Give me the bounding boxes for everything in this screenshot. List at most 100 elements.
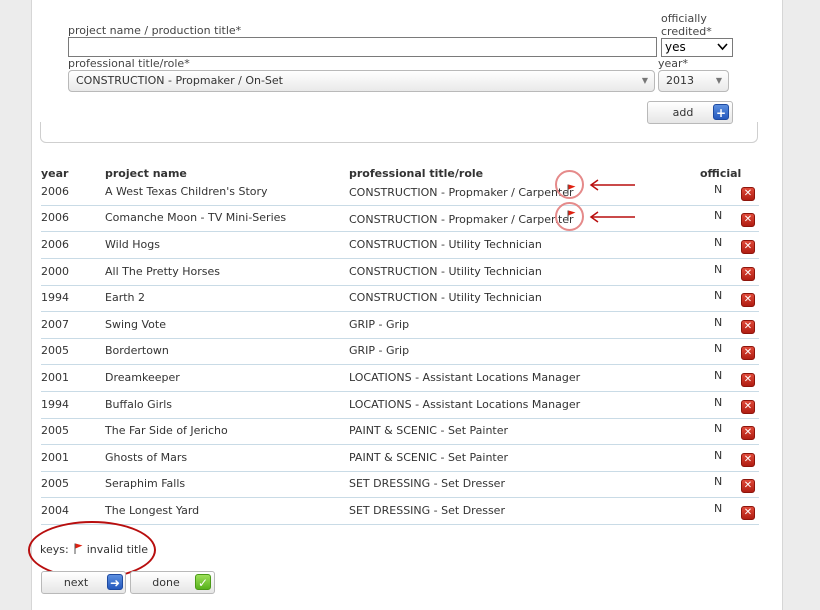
keys-label: keys:	[40, 543, 69, 556]
row-year: 2005	[41, 424, 69, 437]
annotation-circle	[555, 202, 584, 231]
page-panel: project name / production title* officia…	[28, 0, 783, 610]
row-role: CONSTRUCTION - Utility Technician	[349, 238, 542, 251]
plus-icon: +	[713, 104, 729, 120]
row-official: N	[714, 502, 723, 515]
delete-icon[interactable]: ✕	[741, 240, 755, 254]
row-year: 2006	[41, 238, 69, 251]
officially-credited-label: officially credited*	[661, 12, 712, 38]
row-project: Ghosts of Mars	[105, 451, 188, 464]
row-official: N	[714, 236, 723, 249]
delete-icon[interactable]: ✕	[741, 267, 755, 281]
row-project: Wild Hogs	[105, 238, 160, 251]
table-row: 1994 Earth 2 CONSTRUCTION - Utility Tech…	[41, 285, 759, 312]
delete-icon[interactable]: ✕	[741, 373, 755, 387]
chevron-down-icon	[717, 43, 728, 51]
row-year: 2001	[41, 371, 69, 384]
row-project: The Far Side of Jericho	[105, 424, 228, 437]
row-project: A West Texas Children's Story	[105, 185, 268, 198]
table-row: 2006 Comanche Moon - TV Mini-Series CONS…	[41, 205, 759, 232]
done-button[interactable]: done ✓	[130, 571, 215, 594]
row-role: CONSTRUCTION - Utility Technician	[349, 265, 542, 278]
row-role: SET DRESSING - Set Dresser	[349, 504, 505, 517]
form-panel-border	[40, 122, 758, 143]
row-role: GRIP - Grip	[349, 318, 410, 331]
delete-icon[interactable]: ✕	[741, 213, 755, 227]
delete-icon[interactable]: ✕	[741, 293, 755, 307]
delete-icon[interactable]: ✕	[741, 426, 755, 440]
row-official: N	[714, 342, 723, 355]
next-button[interactable]: next ➜	[41, 571, 126, 594]
done-button-label: done	[152, 576, 180, 589]
project-name-label: project name / production title*	[68, 24, 242, 37]
delete-icon[interactable]: ✕	[741, 320, 755, 334]
table-row: 2000 All The Pretty Horses CONSTRUCTION …	[41, 259, 759, 286]
role-select[interactable]: CONSTRUCTION - Propmaker / On-Set ▼	[68, 70, 655, 92]
add-button-label: add	[672, 106, 694, 119]
delete-icon[interactable]: ✕	[741, 400, 755, 414]
row-official: N	[714, 316, 723, 329]
row-role: CONSTRUCTION - Utility Technician	[349, 291, 542, 304]
row-project: Comanche Moon - TV Mini-Series	[105, 211, 287, 224]
row-official: N	[714, 449, 723, 462]
row-role: SET DRESSING - Set Dresser	[349, 477, 505, 490]
officially-credited-select[interactable]: yes	[661, 38, 733, 57]
invalid-flag-icon	[74, 543, 83, 554]
row-year: 2005	[41, 477, 69, 490]
row-year: 2001	[41, 451, 69, 464]
table-row: 1994 Buffalo Girls LOCATIONS - Assistant…	[41, 392, 759, 419]
row-project: Bordertown	[105, 344, 169, 357]
role-label: professional title/role*	[68, 57, 190, 70]
row-official: N	[714, 422, 723, 435]
annotation-circle	[555, 170, 584, 199]
arrow-right-icon: ➜	[107, 574, 123, 590]
table-row: 2001 Ghosts of Mars PAINT & SCENIC - Set…	[41, 445, 759, 472]
table-row: 2001 Dreamkeeper LOCATIONS - Assistant L…	[41, 365, 759, 392]
chevron-down-icon: ▼	[641, 76, 648, 85]
credited-label-line-1: officially	[661, 12, 707, 25]
delete-icon[interactable]: ✕	[741, 479, 755, 493]
row-year: 1994	[41, 291, 69, 304]
keys-invalid-text: invalid title	[86, 543, 149, 556]
row-project: All The Pretty Horses	[105, 265, 220, 278]
row-role: PAINT & SCENIC - Set Painter	[349, 451, 509, 464]
row-official: N	[714, 369, 723, 382]
row-official: N	[714, 263, 723, 276]
row-year: 2005	[41, 344, 69, 357]
row-official: N	[714, 396, 723, 409]
row-official: N	[714, 209, 723, 222]
table-row: 2005 Seraphim Falls SET DRESSING - Set D…	[41, 471, 759, 498]
row-year: 2007	[41, 318, 69, 331]
chevron-down-icon: ▼	[715, 76, 722, 85]
row-role: LOCATIONS - Assistant Locations Manager	[349, 371, 581, 384]
row-role: CONSTRUCTION - Propmaker / Carpenter	[349, 213, 574, 226]
annotation-arrow-icon	[589, 179, 635, 191]
add-button[interactable]: add +	[647, 101, 733, 124]
project-name-input[interactable]	[68, 37, 657, 57]
annotation-arrow-icon	[589, 211, 635, 223]
year-label: year*	[658, 57, 689, 70]
delete-icon[interactable]: ✕	[741, 187, 755, 201]
delete-icon[interactable]: ✕	[741, 453, 755, 467]
row-project: Buffalo Girls	[105, 398, 173, 411]
row-project: Dreamkeeper	[105, 371, 180, 384]
table-row: 2006 A West Texas Children's Story CONST…	[41, 179, 759, 206]
row-project: Swing Vote	[105, 318, 166, 331]
row-official: N	[714, 183, 723, 196]
row-role: PAINT & SCENIC - Set Painter	[349, 424, 509, 437]
row-role: LOCATIONS - Assistant Locations Manager	[349, 398, 581, 411]
row-year: 2006	[41, 211, 69, 224]
row-year: 1994	[41, 398, 69, 411]
row-year: 2004	[41, 504, 69, 517]
delete-icon[interactable]: ✕	[741, 506, 755, 520]
next-button-label: next	[63, 576, 89, 589]
row-role: CONSTRUCTION - Propmaker / Carpenter	[349, 186, 574, 199]
row-year: 2006	[41, 185, 69, 198]
delete-icon[interactable]: ✕	[741, 346, 755, 360]
year-select[interactable]: 2013 ▼	[658, 70, 729, 92]
credited-label-line-2: credited*	[661, 25, 712, 38]
row-project: Seraphim Falls	[105, 477, 186, 490]
table-row: 2005 Bordertown GRIP - Grip N ✕	[41, 338, 759, 365]
row-role: GRIP - Grip	[349, 344, 410, 357]
table-row: 2006 Wild Hogs CONSTRUCTION - Utility Te…	[41, 232, 759, 259]
